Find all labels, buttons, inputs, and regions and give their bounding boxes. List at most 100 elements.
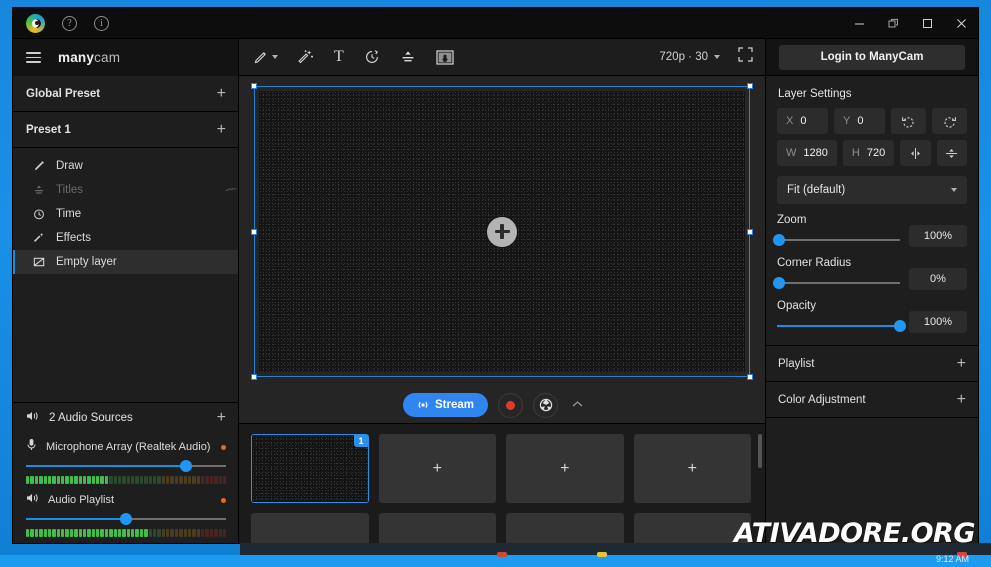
video-preview[interactable]: [254, 86, 750, 377]
add-icon: +: [687, 459, 697, 477]
playlist-level-meter: [26, 529, 227, 537]
thumbnail-cell-5[interactable]: [251, 513, 369, 543]
taskbar-app-icon-1[interactable]: [497, 552, 507, 557]
slider-knob[interactable]: [180, 460, 192, 472]
slider-knob[interactable]: [773, 234, 786, 246]
resize-handle-middle-right[interactable]: [747, 228, 753, 235]
stream-button[interactable]: Stream: [403, 393, 488, 417]
opacity-value[interactable]: 100%: [909, 311, 967, 333]
add-source-button[interactable]: [487, 216, 517, 247]
pencil-icon: [32, 160, 45, 172]
layer-item-effects[interactable]: Effects: [13, 226, 238, 250]
restore-button[interactable]: [876, 8, 910, 39]
stream-controls: Stream: [239, 387, 765, 423]
layer-item-titles[interactable]: Titles: [13, 178, 238, 202]
corner-radius-slider[interactable]: [773, 276, 900, 290]
layer-item-draw[interactable]: Draw: [13, 154, 238, 178]
expand-controls-button[interactable]: [568, 399, 587, 411]
flip-horizontal-icon[interactable]: [900, 140, 931, 166]
thumbnail-row-2: [251, 513, 751, 543]
rotate-right-icon[interactable]: [932, 108, 967, 134]
snapshot-button[interactable]: [533, 392, 558, 418]
text-tool-button[interactable]: T: [334, 49, 344, 65]
minimize-button[interactable]: [842, 8, 876, 39]
close-button[interactable]: [944, 8, 978, 39]
thumbnail-scrollbar[interactable]: [758, 434, 762, 468]
magic-wand-icon: [32, 232, 45, 244]
thumbnail-cell-6[interactable]: [378, 513, 496, 543]
thumbnail-cell-3[interactable]: +: [506, 434, 624, 503]
zoom-slider[interactable]: [773, 233, 900, 247]
zoom-value[interactable]: 100%: [909, 225, 967, 247]
help-icon[interactable]: ?: [62, 15, 77, 31]
color-adjustment-section[interactable]: Color Adjustment +: [766, 381, 978, 417]
hamburger-menu-icon[interactable]: [26, 52, 41, 63]
chevron-down-icon[interactable]: [272, 55, 278, 59]
global-preset-header[interactable]: Global Preset +: [13, 76, 238, 112]
thumbnail-cell-4[interactable]: +: [633, 434, 751, 503]
height-field[interactable]: H 720: [842, 140, 895, 166]
add-global-preset-button[interactable]: +: [217, 85, 226, 101]
layer-item-empty-layer[interactable]: Empty layer: [13, 250, 238, 274]
thumbnail-cell-8[interactable]: [633, 513, 751, 543]
resize-handle-top-left[interactable]: [251, 83, 257, 89]
audio-sources-header[interactable]: 2 Audio Sources +: [13, 403, 238, 433]
taskbar-peek: [240, 543, 991, 555]
resize-handle-bottom-left[interactable]: [251, 374, 257, 380]
thumbnail-cell-2[interactable]: +: [378, 434, 496, 503]
zoom-control: Zoom 100%: [766, 204, 978, 247]
left-sidebar: manycam Global Preset + Preset 1 + Draw: [13, 39, 239, 543]
x-position-field[interactable]: X 0: [777, 108, 828, 134]
playlist-section[interactable]: Playlist +: [766, 345, 978, 381]
y-value: 0: [857, 115, 864, 127]
chroma-key-tool-button[interactable]: [436, 49, 454, 65]
layer-list: Draw Titles Time Effects Empty layer: [13, 148, 238, 274]
add-audio-source-button[interactable]: +: [217, 410, 226, 426]
lower-third-tool-button[interactable]: [400, 49, 416, 65]
resize-handle-top-right[interactable]: [747, 83, 753, 89]
quality-selector[interactable]: 720p · 30: [659, 51, 720, 63]
taskbar-app-icon-2[interactable]: [597, 552, 607, 557]
resize-handle-bottom-right[interactable]: [747, 374, 753, 380]
thumbnail-row-1: 1 + + +: [251, 434, 751, 503]
timer-tool-button[interactable]: [364, 49, 380, 65]
maximize-button[interactable]: [910, 8, 944, 39]
effects-tool-button[interactable]: [298, 49, 314, 65]
flip-vertical-icon[interactable]: [936, 140, 967, 166]
layer-item-time[interactable]: Time: [13, 202, 238, 226]
manycam-window: ? i manycam Global Preset + Preset 1 + D…: [13, 8, 978, 543]
thumbnail-cell-7[interactable]: [506, 513, 624, 543]
chevron-down-icon: [714, 55, 720, 59]
info-icon[interactable]: i: [94, 15, 109, 31]
slider-knob[interactable]: [120, 513, 132, 525]
editor-toolbar: T 720p · 30: [239, 39, 765, 76]
width-field[interactable]: W 1280: [777, 140, 837, 166]
thumbnail-cell-1[interactable]: 1: [251, 434, 369, 503]
slider-knob[interactable]: [773, 277, 786, 289]
fit-mode-dropdown[interactable]: Fit (default): [777, 176, 967, 204]
login-button[interactable]: Login to ManyCam: [779, 44, 965, 70]
preset-header[interactable]: Preset 1 +: [13, 112, 238, 148]
resize-handle-middle-left[interactable]: [251, 228, 257, 235]
rotate-left-icon[interactable]: [891, 108, 926, 134]
microphone-volume-slider[interactable]: [26, 459, 226, 473]
opacity-slider[interactable]: [777, 319, 906, 333]
draw-tool-button[interactable]: [253, 50, 278, 65]
corner-radius-value[interactable]: 0%: [909, 268, 967, 290]
playlist-volume-slider[interactable]: [26, 512, 226, 526]
zoom-label: Zoom: [777, 214, 807, 226]
layer-label: Time: [56, 208, 82, 220]
audio-sources-label: 2 Audio Sources: [49, 412, 133, 424]
speaker-icon: [26, 491, 39, 509]
audio-active-indicator: [221, 444, 226, 450]
add-playlist-button[interactable]: +: [957, 355, 966, 371]
add-preset-button[interactable]: +: [217, 121, 226, 137]
add-color-adjustment-button[interactable]: +: [957, 391, 966, 407]
record-button[interactable]: [498, 392, 523, 418]
w-value: 1280: [803, 147, 828, 159]
source-thumbnail-grid: 1 + + +: [239, 423, 765, 543]
w-label: W: [786, 147, 797, 159]
y-position-field[interactable]: Y 0: [834, 108, 885, 134]
slider-knob[interactable]: [894, 320, 906, 332]
fullscreen-icon[interactable]: [738, 47, 753, 67]
